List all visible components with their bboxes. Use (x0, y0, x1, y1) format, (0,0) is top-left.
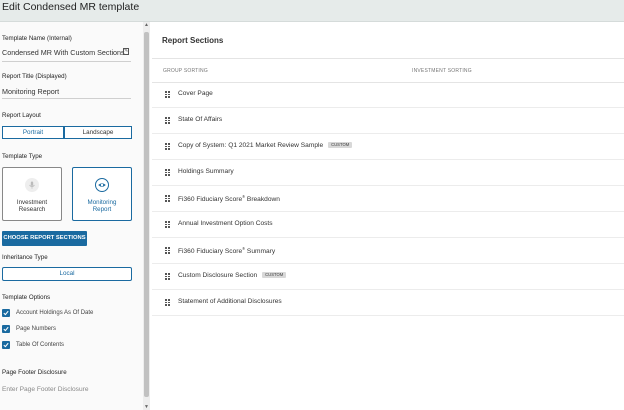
section-label: Cover Page (178, 90, 213, 97)
drag-handle-icon[interactable] (165, 169, 170, 176)
section-row[interactable]: State Of Affairs (152, 108, 624, 134)
checkmark-icon (3, 342, 9, 348)
report-title-input[interactable]: Monitoring Report (2, 87, 59, 96)
report-sections-panel: Report Sections GROUP SORTING INVESTMENT… (152, 22, 624, 410)
investment-research-label-1: Investment (16, 199, 48, 206)
template-name-label: Template Name (Internal) (2, 35, 72, 42)
custom-badge: CUSTOM (328, 142, 353, 148)
scroll-up-icon[interactable]: ▲ (143, 22, 150, 28)
scrollbar-thumb[interactable] (144, 32, 149, 397)
drag-handle-icon[interactable] (165, 195, 170, 202)
drag-handle-icon[interactable] (165, 117, 170, 124)
left-panel-scrollbar[interactable]: ▲ ▼ (143, 22, 150, 410)
section-label: Holdings Summary (178, 168, 234, 175)
monitoring-report-label-2: Report (92, 206, 112, 213)
section-row[interactable]: Cover Page (152, 82, 624, 108)
investment-sorting-header[interactable]: INVESTMENT SORTING (412, 68, 472, 74)
section-label: Custom Disclosure Section (178, 272, 258, 279)
page-footer-disclosure-label: Page Footer Disclosure (2, 369, 67, 376)
group-sorting-header[interactable]: GROUP SORTING (163, 68, 208, 74)
inheritance-type-select[interactable]: Local (2, 267, 132, 281)
table-of-contents-checkbox[interactable] (2, 341, 10, 349)
section-label-wrap: Copy of System: Q1 2021 Market Review Sa… (178, 142, 353, 149)
layout-landscape-button[interactable]: Landscape (64, 126, 132, 139)
template-options-label: Template Options (2, 294, 51, 301)
page-footer-disclosure-input[interactable]: Enter Page Footer Disclosure (2, 386, 89, 393)
table-of-contents-label: Table Of Contents (16, 342, 65, 348)
section-row[interactable]: Statement of Additional Disclosures (152, 290, 624, 316)
drag-handle-icon[interactable] (165, 91, 170, 98)
template-type-monitoring-report[interactable]: Monitoring Report (72, 167, 132, 221)
section-row[interactable]: Fi360 Fiduciary Score® Summary (152, 238, 624, 264)
window-title: Edit Condensed MR template (2, 1, 140, 13)
scroll-down-icon[interactable]: ▼ (143, 404, 150, 410)
section-label: State Of Affairs (178, 116, 223, 123)
section-label: Fi360 Fiduciary Score (178, 248, 243, 256)
drag-handle-icon[interactable] (165, 143, 170, 150)
template-settings-panel: Template Name (Internal) Condensed MR Wi… (0, 22, 143, 410)
checkmark-icon (3, 310, 9, 316)
template-type-label: Template Type (2, 153, 43, 160)
drag-handle-icon[interactable] (165, 299, 170, 306)
section-label-suffix: Breakdown (245, 196, 280, 204)
template-name-underline (2, 61, 131, 62)
section-label: Annual Investment Option Costs (178, 220, 273, 227)
section-label: Statement of Additional Disclosures (178, 298, 282, 305)
title-bar: Edit Condensed MR template (0, 0, 624, 22)
report-title-underline (2, 98, 131, 99)
section-label-wrap: Fi360 Fiduciary Score® Breakdown (178, 194, 280, 203)
section-label-suffix: Summary (245, 248, 276, 256)
report-title-label: Report Title (Displayed) (2, 73, 67, 80)
section-row[interactable]: Custom Disclosure Section CUSTOM (152, 264, 624, 290)
section-label: Fi360 Fiduciary Score (178, 196, 243, 204)
header-divider (152, 58, 624, 59)
drag-handle-icon[interactable] (165, 247, 170, 254)
page-numbers-label: Page Numbers (16, 326, 57, 332)
template-type-investment-research[interactable]: Investment Research (2, 167, 62, 221)
account-holdings-checkbox[interactable] (2, 309, 10, 317)
section-label: Copy of System: Q1 2021 Market Review Sa… (178, 142, 324, 149)
drag-handle-icon[interactable] (165, 221, 170, 228)
template-name-input[interactable]: Condensed MR With Custom Sections (2, 48, 125, 57)
checkmark-icon (3, 326, 9, 332)
page-numbers-checkbox[interactable] (2, 325, 10, 333)
drag-handle-icon[interactable] (165, 273, 170, 280)
account-holdings-label: Account Holdings As Of Date (16, 310, 94, 316)
custom-badge: CUSTOM (262, 272, 287, 278)
section-label-wrap: Fi360 Fiduciary Score® Summary (178, 246, 275, 255)
layout-portrait-button[interactable]: Portrait (2, 126, 64, 139)
section-row[interactable]: Fi360 Fiduciary Score® Breakdown (152, 186, 624, 212)
choose-report-sections-button[interactable]: CHOOSE REPORT SECTIONS (2, 231, 87, 246)
microphone-icon (25, 178, 39, 192)
section-row[interactable]: Copy of System: Q1 2021 Market Review Sa… (152, 134, 624, 160)
section-label-wrap: Custom Disclosure Section CUSTOM (178, 272, 287, 279)
eye-icon (95, 178, 109, 192)
monitoring-report-label-1: Monitoring (87, 199, 117, 206)
investment-research-label-2: Research (18, 206, 46, 213)
section-row[interactable]: Annual Investment Option Costs (152, 212, 624, 238)
report-sections-title: Report Sections (162, 36, 224, 45)
report-layout-label: Report Layout (2, 112, 41, 119)
inheritance-type-label: Inheritance Type (2, 254, 48, 261)
section-row[interactable]: Holdings Summary (152, 160, 624, 186)
edit-icon[interactable]: ✎ (123, 48, 129, 55)
